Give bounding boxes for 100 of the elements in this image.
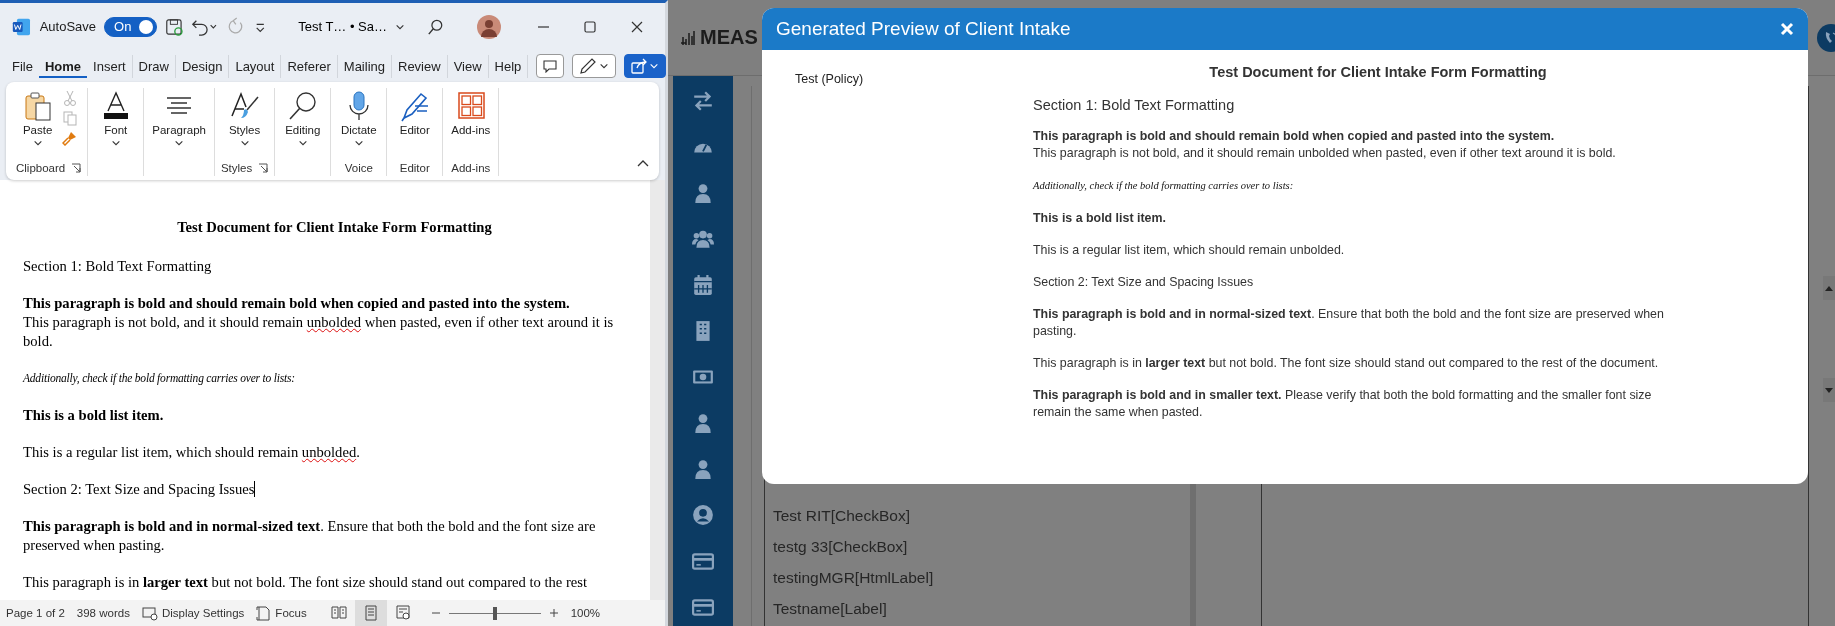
dialog-title: Generated Preview of Client Intake: [776, 18, 1072, 40]
paragraph: This is a bold list item.: [1033, 210, 1167, 227]
user-icon[interactable]: [692, 182, 714, 204]
paragraph: Additionally, check if the bold formatting carries over to lists:: [23, 371, 296, 387]
print-layout-button[interactable]: [354, 600, 387, 626]
credit-card-icon[interactable]: [692, 550, 714, 572]
paragraph-button[interactable]: Paragraph: [150, 88, 208, 160]
page-count[interactable]: Page 1 of 2: [6, 607, 65, 619]
dictate-button[interactable]: Dictate: [338, 88, 379, 160]
editing-mode-button[interactable]: [572, 54, 617, 78]
web-page-icon: [394, 605, 411, 621]
scroll-down-button[interactable]: [1823, 378, 1835, 402]
styles-button[interactable]: Styles: [226, 88, 263, 160]
user-circle-icon[interactable]: [692, 504, 714, 526]
share-button[interactable]: [624, 54, 667, 78]
group-label: Add-ins: [451, 162, 491, 174]
editor-button[interactable]: Editor: [396, 88, 433, 160]
document-title-button[interactable]: Test T… • Sa…: [292, 18, 412, 35]
paragraph: Section 2: Text Size and Spacing Issues: [23, 480, 257, 499]
dialog-launcher-icon[interactable]: [71, 163, 82, 173]
paragraph: This paragraph is bold and should remain bold when copied and pasted into the system. This paragraph is not bold, and it should remain unbolded when pasted, even if other text around it is bold.: [1033, 128, 1617, 162]
policy-label: Test (Policy): [795, 71, 865, 88]
ribbon-tab[interactable]: File: [6, 54, 39, 78]
display-settings-button[interactable]: Display Settings: [141, 605, 245, 621]
swap-arrows-icon[interactable]: [692, 90, 714, 112]
credit-card-icon[interactable]: [692, 596, 714, 618]
users-icon[interactable]: [692, 228, 714, 250]
focus-button[interactable]: Focus: [256, 605, 307, 621]
font-button[interactable]: Font: [97, 88, 134, 160]
autosave-label: AutoSave: [39, 19, 97, 34]
paragraph: This paragraph is bold and in normal-sized text. Ensure that both the bold and the font size are preserved when pasting.: [23, 517, 597, 555]
maximize-icon[interactable]: [584, 20, 597, 33]
monitor-icon: [141, 605, 158, 621]
pencil-icon: [579, 57, 598, 75]
chevron-icon: [649, 61, 660, 71]
ribbon-tab[interactable]: Home: [38, 54, 88, 78]
pen-icon: [398, 90, 431, 122]
paste-button[interactable]: Paste: [19, 88, 56, 160]
ribbon-tab[interactable]: Help: [488, 54, 529, 78]
ribbon-tab[interactable]: Insert: [87, 54, 133, 78]
comments-button[interactable]: [536, 54, 565, 78]
ribbon-tab[interactable]: Referer: [281, 54, 338, 78]
paragraph: Section 1: Bold Text Formatting: [23, 257, 213, 276]
scrollbar[interactable]: [650, 180, 665, 600]
paragraph: This is a regular list item, which should remain unbolded.: [1033, 242, 1346, 259]
list-item[interactable]: Test RIT[CheckBox]: [773, 500, 1190, 531]
list-item[interactable]: testg 33[CheckBox]: [773, 531, 1190, 562]
paragraph: Additionally, check if the bold formatting carries over to lists:: [1033, 179, 1295, 193]
paragraph: This paragraph is in larger text but not bold. The font size should stand out compared to the rest of the document.: [1033, 355, 1660, 372]
paragraph: Section 2: Text Size and Spacing Issues: [1033, 274, 1255, 291]
autosave-toggle[interactable]: On: [104, 16, 158, 37]
paragraph: This is a bold list item.: [23, 406, 165, 425]
user-icon[interactable]: [692, 458, 714, 480]
editing-button[interactable]: Editing: [283, 88, 323, 160]
share-icon: [631, 58, 648, 74]
dialog-launcher-icon[interactable]: [258, 163, 269, 173]
group-label: Editor: [399, 162, 430, 174]
paragraph: This paragraph is bold and in normal-sized text. Ensure that both the bold and the font size are preserved when pasting.: [1033, 306, 1665, 340]
paintbrush-icon[interactable]: [61, 130, 78, 146]
zoom-level[interactable]: 100%: [570, 607, 601, 619]
book-icon: [330, 605, 347, 621]
collapse-ribbon-icon[interactable]: [637, 159, 649, 168]
ribbon-tab[interactable]: Mailing: [337, 54, 392, 78]
group-label: Styles: [220, 162, 253, 174]
close-button[interactable]: [1780, 22, 1794, 36]
close-icon: [1780, 22, 1794, 36]
ribbon-tab[interactable]: Draw: [132, 54, 176, 78]
chevron-icon: [599, 61, 610, 71]
search-icon[interactable]: [427, 17, 444, 36]
group-label: Clipboard: [16, 162, 66, 174]
bar-chart-icon: [680, 28, 698, 47]
triangle-down-icon: [1824, 385, 1834, 395]
add-ins-button[interactable]: Add-ins: [449, 88, 493, 160]
user-icon[interactable]: [692, 412, 714, 434]
list-item[interactable]: Testname[Label]: [773, 593, 1190, 624]
close-icon[interactable]: [631, 20, 644, 33]
paragraph: This paragraph is bold and in smaller text. Please verify that both the bold formatting and the smaller font size remain the same when pasted.: [1033, 387, 1653, 421]
avatar[interactable]: [477, 14, 502, 39]
save-icon[interactable]: [165, 16, 184, 37]
comment-icon: [543, 59, 558, 73]
preview-title: Test Document for Client Intake Form Formatting: [1208, 64, 1548, 81]
paragraph: This paragraph is bold and should remain bold when copied and pasted into the system. This paragraph is not bold, and it should remain unbolded when pasted, even if other text around it is bold.: [23, 294, 615, 351]
scroll-up-button[interactable]: [1823, 276, 1835, 300]
ribbon-tab[interactable]: Design: [175, 54, 230, 78]
group-label: Voice: [344, 162, 373, 174]
calendar-icon[interactable]: [692, 274, 714, 296]
list-item[interactable]: testingMGR[HtmlLabel]: [773, 562, 1190, 593]
ribbon-tab[interactable]: Review: [392, 54, 448, 78]
magnifier-icon: [286, 90, 319, 122]
focus-icon: [256, 605, 272, 621]
ribbon-tab[interactable]: Layout: [229, 54, 282, 78]
document-title: Test Document for Client Intake Form Formatting: [176, 218, 493, 237]
page-icon: [362, 605, 379, 621]
paragraph: Section 1: Bold Text Formatting: [1033, 97, 1236, 114]
paragraph: This paragraph is in larger text but not bold. The font size should stand out compared to the rest: [23, 573, 589, 592]
zoom-in-icon[interactable]: [548, 608, 559, 618]
logo: MEAS: [700, 26, 758, 49]
word-count[interactable]: 398 words: [76, 607, 130, 619]
ribbon-tab[interactable]: View: [447, 54, 489, 78]
paragraph: This is a regular list item, which should remain unbolded.: [23, 443, 361, 462]
